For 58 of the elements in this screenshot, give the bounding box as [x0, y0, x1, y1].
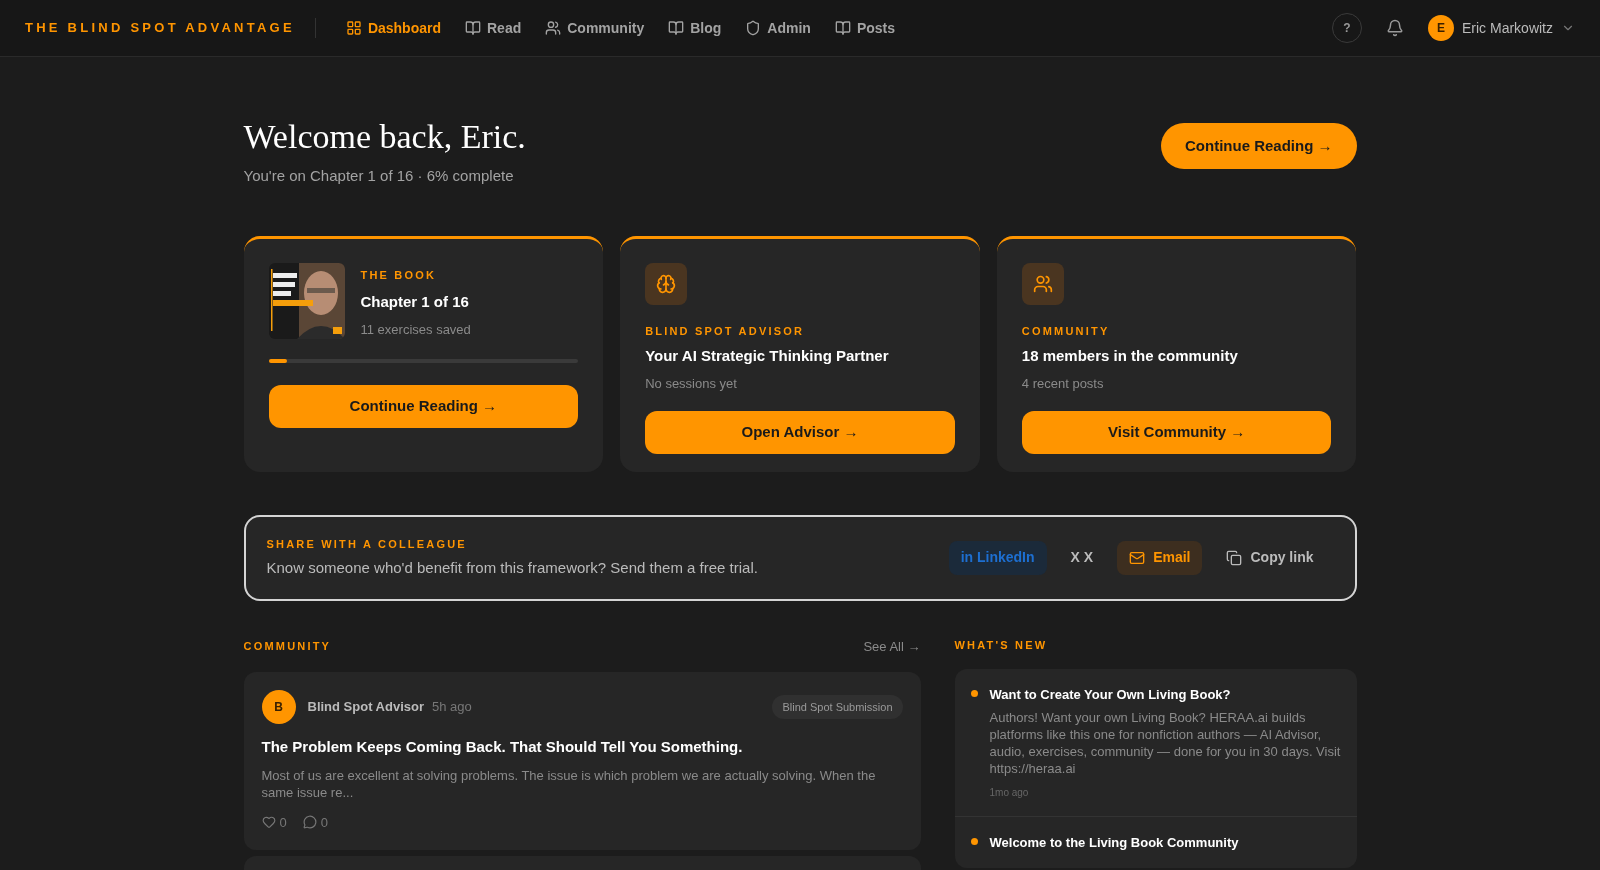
card-action-button[interactable]: Open Advisor →: [645, 411, 955, 454]
nav-link[interactable]: Dashboard: [335, 13, 451, 43]
copy-link-button[interactable]: Copy link: [1214, 540, 1326, 575]
user-name[interactable]: Eric Markowitz: [1462, 17, 1553, 39]
author-name: Blind Spot Advisor: [307, 698, 425, 717]
see-all-link[interactable]: See All →: [863, 636, 921, 656]
brand-logo[interactable]: THE BLIND SPOT ADVANTAGE: [25, 18, 295, 38]
card-eyebrow: BLIND SPOT ADVISOR: [645, 323, 806, 339]
mail-icon: [1129, 549, 1146, 566]
like-count: 0: [279, 813, 287, 832]
comment-count: 0: [320, 813, 328, 832]
email-button[interactable]: Email: [1117, 540, 1203, 575]
share-text: Know someone who'd benefit from this framework? Send them a free trial.: [266, 557, 758, 578]
nav-link[interactable]: Posts: [824, 13, 906, 43]
share-eyebrow: SHARE WITH A COLLEAGUE: [266, 537, 468, 552]
grid-icon: [345, 20, 362, 36]
welcome-title: Welcome back, Eric.: [243, 117, 526, 157]
card-title: Chapter 1 of 16: [360, 292, 470, 312]
card-eyebrow: THE BOOK: [360, 267, 438, 283]
brain-icon: [645, 262, 688, 305]
news-body: Authors! Want your own Living Book? HERAA.ai builds platforms like this one for nonfiction authors — AI Advisor, audio, exercises, community — done for you in 30 days. Visit https://heraa.ai: [989, 708, 1341, 777]
continue-reading-button[interactable]: Continue Reading →: [1161, 123, 1357, 169]
user-avatar[interactable]: E: [1428, 15, 1454, 41]
continue-reading-button[interactable]: Continue Reading →: [268, 385, 579, 428]
comment-icon[interactable]: [302, 815, 317, 830]
post-title: The Problem Keeps Coming Back. That Should Tell You Something.: [261, 737, 744, 757]
post-tag: Blind Spot Submission: [772, 694, 903, 720]
card-action-button[interactable]: Visit Community →: [1021, 411, 1332, 454]
card-subtitle: 11 exercises saved: [360, 320, 471, 339]
shield-icon: [745, 20, 762, 36]
news-title: Welcome to the Living Book Community: [989, 833, 1239, 852]
users-icon: [545, 20, 562, 36]
book-icon: [834, 20, 851, 36]
news-time: 1mo ago: [989, 785, 1030, 800]
copy-icon: [1226, 549, 1243, 566]
heart-icon[interactable]: [261, 815, 276, 830]
news-title: Want to Create Your Own Living Book?: [989, 686, 1232, 704]
card-eyebrow: COMMUNITY: [1021, 323, 1111, 339]
post-excerpt: Most of us are excellent at solving problems. The issue is which problem we are actually solving. When the same issue re...: [261, 766, 877, 801]
post-time: 5h ago: [432, 698, 472, 717]
card-title: 18 members in the community: [1021, 346, 1239, 366]
section-heading: COMMUNITY: [243, 639, 332, 654]
nav-link[interactable]: Community: [535, 13, 655, 43]
notifications-icon[interactable]: [1386, 19, 1404, 37]
book-icon: [668, 20, 685, 36]
card-subtitle: No sessions yet: [645, 374, 738, 393]
author-avatar: B: [261, 690, 296, 724]
card-subtitle: 4 recent posts: [1021, 374, 1105, 393]
card-title: Your AI Strategic Thinking Partner: [645, 346, 890, 366]
nav-link[interactable]: Blog: [658, 13, 732, 43]
nav-link[interactable]: Admin: [735, 13, 821, 43]
nav-link[interactable]: Read: [455, 13, 532, 43]
book-icon: [465, 20, 481, 36]
progress-summary: You're on Chapter 1 of 16 · 6% complete: [243, 166, 515, 186]
section-heading: WHAT'S NEW: [954, 637, 1049, 653]
x-button[interactable]: X X: [1058, 540, 1106, 575]
post-card[interactable]: [243, 672, 921, 850]
users-icon: [1021, 262, 1064, 305]
